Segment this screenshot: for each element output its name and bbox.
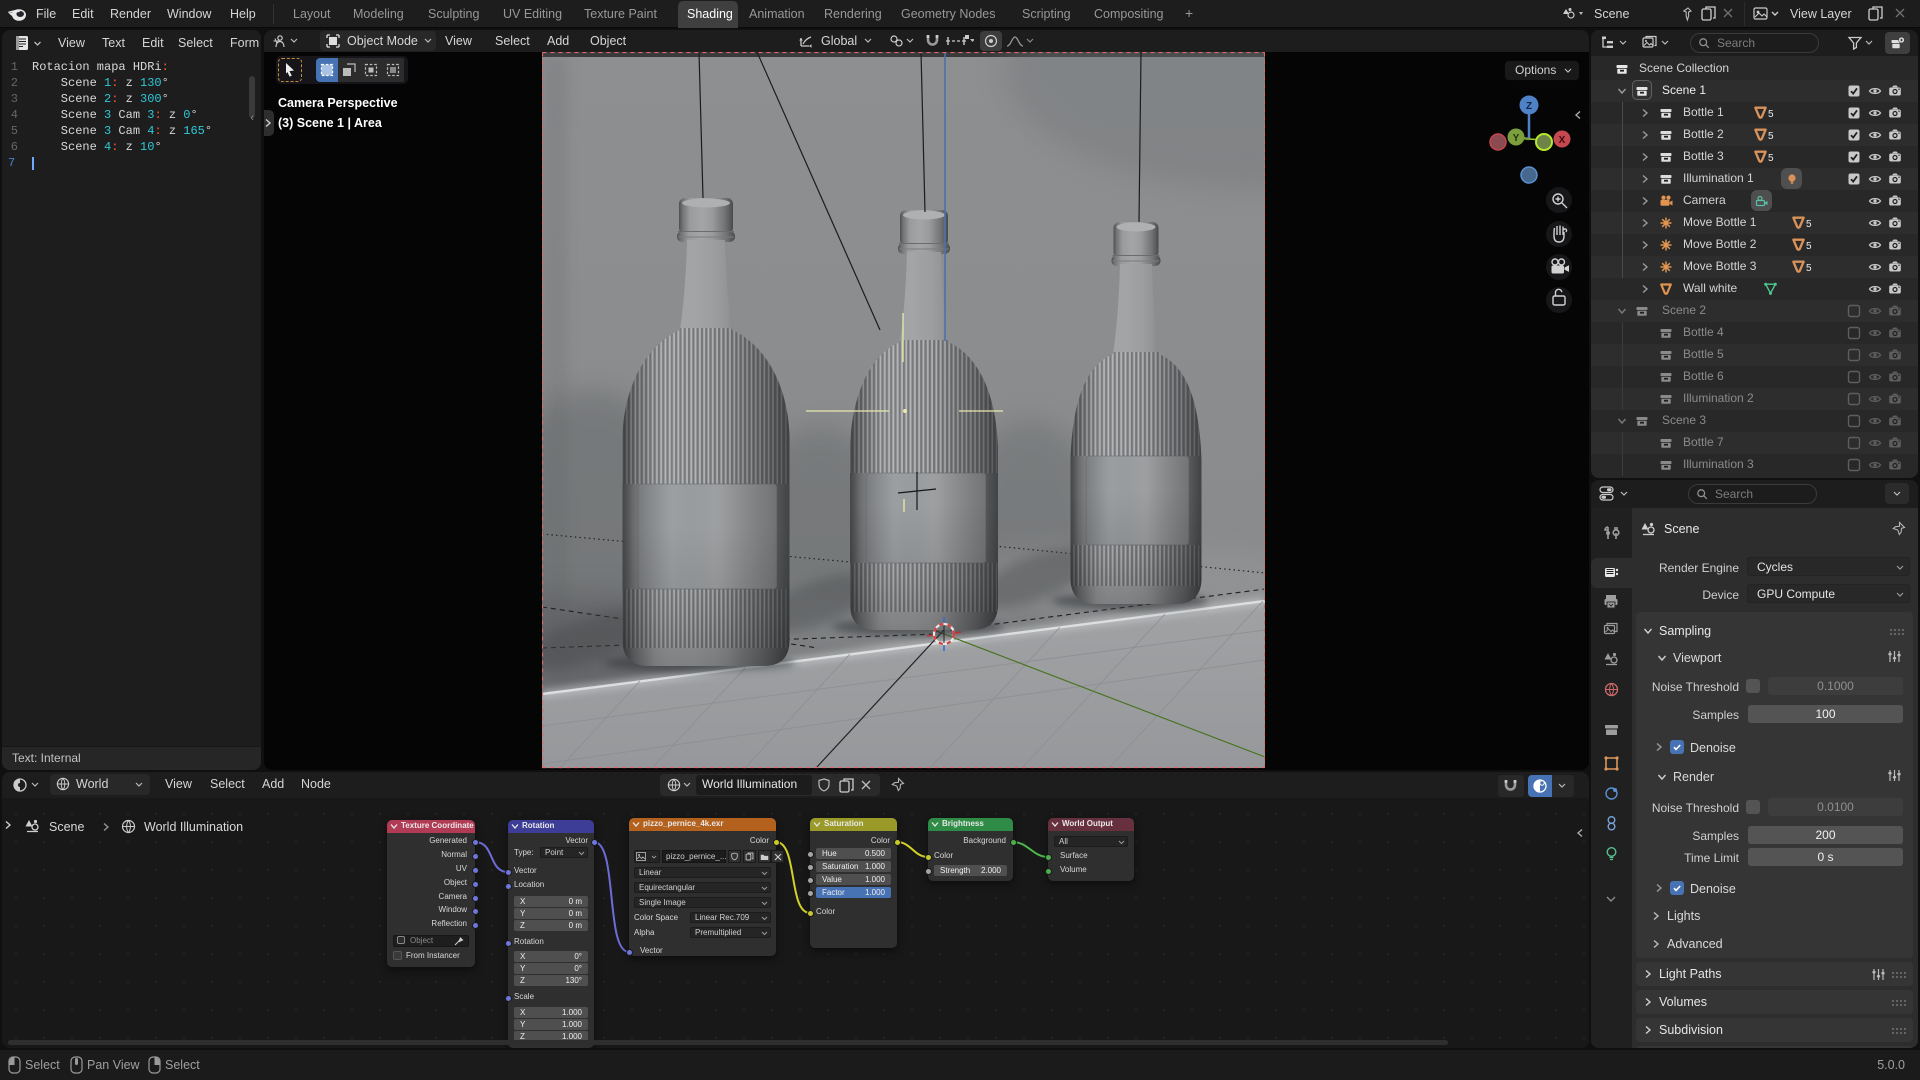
svg-text:X: X [1559,135,1566,146]
svg-text:Y: Y [1513,133,1520,144]
svg-text:Z: Z [1526,101,1532,112]
